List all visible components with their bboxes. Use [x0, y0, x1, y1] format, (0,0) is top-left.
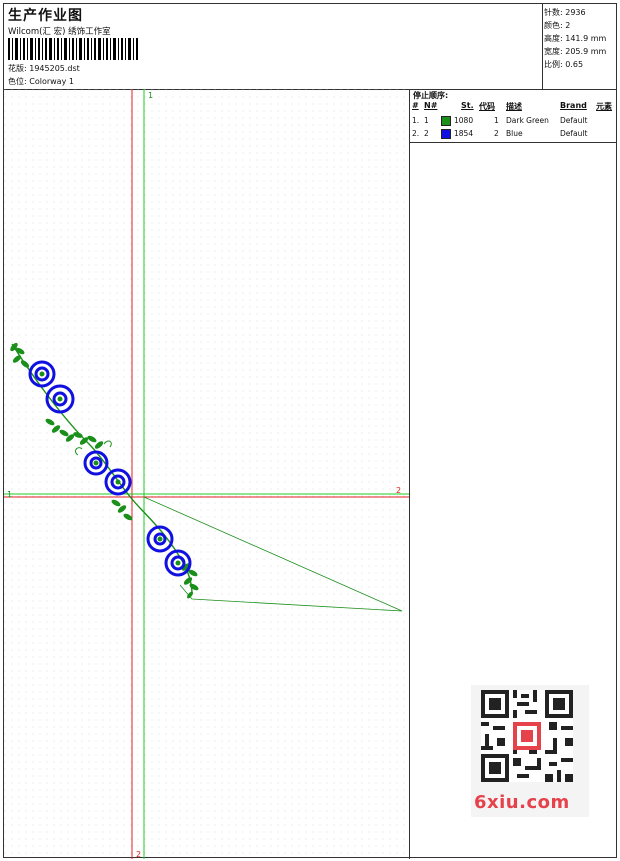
- row-code: 2: [494, 129, 499, 138]
- stat-width: 宽度: 205.9 mm: [544, 45, 606, 58]
- stat-value: 2: [565, 21, 571, 30]
- stat-colors: 颜色: 2: [544, 19, 606, 32]
- watermark: 6xiu.com: [471, 685, 589, 817]
- colorway-label: 色位:: [8, 77, 27, 86]
- stat-value: 141.9 mm: [565, 34, 607, 43]
- row-num: 2.: [412, 129, 420, 138]
- row-stitches: 1080: [454, 116, 474, 125]
- row-needle: 2: [424, 129, 429, 138]
- design-value: 1945205.dst: [29, 64, 80, 73]
- col-header-description: 描述: [506, 102, 522, 111]
- color-swatch-green: [441, 116, 451, 126]
- design-stats: 针数: 2936 颜色: 2 高度: 141.9 mm 宽度: 205.9 mm…: [544, 6, 606, 71]
- production-worksheet: 生产作业图 Wilcom(汇 宏) 绣饰工作室 花版: 1945205.dst …: [3, 3, 617, 859]
- row-num: 1.: [412, 116, 420, 125]
- col-header-no: N#: [424, 101, 438, 110]
- col-header-brand: Brand: [560, 101, 587, 110]
- col-header-code: 代码: [479, 102, 495, 111]
- col-header-num: #: [412, 101, 419, 110]
- axis-label-v-red: 2: [136, 850, 141, 859]
- stat-stitches: 针数: 2936: [544, 6, 606, 19]
- axis-label-v-green: 1: [148, 91, 153, 100]
- design-preview: 1 1 2 2: [4, 89, 409, 859]
- stat-height: 高度: 141.9 mm: [544, 32, 606, 45]
- row-description: Dark Green: [506, 116, 549, 125]
- header: 生产作业图 Wilcom(汇 宏) 绣饰工作室 花版: 1945205.dst …: [4, 4, 616, 90]
- panel-divider: [409, 142, 410, 859]
- studio-name: Wilcom(汇 宏) 绣饰工作室: [8, 27, 111, 37]
- color-swatch-blue: [441, 129, 451, 139]
- design-line: 花版: 1945205.dst: [8, 63, 80, 74]
- stat-scale: 比例: 0.65: [544, 58, 606, 71]
- row-needle: 1: [424, 116, 429, 125]
- watermark-text: 6xiu.com: [474, 792, 570, 813]
- design-canvas: 1 1 2 2: [4, 89, 409, 859]
- stat-label: 比例:: [544, 60, 563, 69]
- row-stitches: 1854: [454, 129, 474, 138]
- row-brand: Default: [560, 116, 588, 125]
- header-left: 生产作业图 Wilcom(汇 宏) 绣饰工作室 花版: 1945205.dst …: [4, 4, 543, 89]
- colorway-value: Colorway 1: [29, 77, 74, 86]
- col-header-stitches: St.: [461, 101, 474, 110]
- colorway-line: 色位: Colorway 1: [8, 76, 74, 87]
- stat-value: 205.9 mm: [565, 47, 607, 56]
- stop-sequence-panel: 停止顺序: # N# St. 代码 描述 Brand 元素 1. 1 1080 …: [409, 89, 617, 143]
- barcode-image: [8, 38, 138, 60]
- row-code: 1: [494, 116, 499, 125]
- stop-sequence-title: 停止顺序:: [413, 91, 449, 100]
- axis-label-h-red: 2: [396, 486, 401, 495]
- stat-value: 2936: [565, 8, 586, 17]
- page-title: 生产作业图: [8, 8, 83, 24]
- qr-code-image: [481, 690, 573, 782]
- row-brand: Default: [560, 129, 588, 138]
- stat-value: 0.65: [565, 60, 584, 69]
- col-header-element: 元素: [596, 102, 612, 111]
- stat-label: 针数:: [544, 8, 563, 17]
- axis-label-h-green: 1: [7, 490, 12, 499]
- stat-label: 颜色:: [544, 21, 563, 30]
- row-description: Blue: [506, 129, 523, 138]
- stat-label: 宽度:: [544, 47, 563, 56]
- stat-label: 高度:: [544, 34, 563, 43]
- design-label: 花版:: [8, 64, 27, 73]
